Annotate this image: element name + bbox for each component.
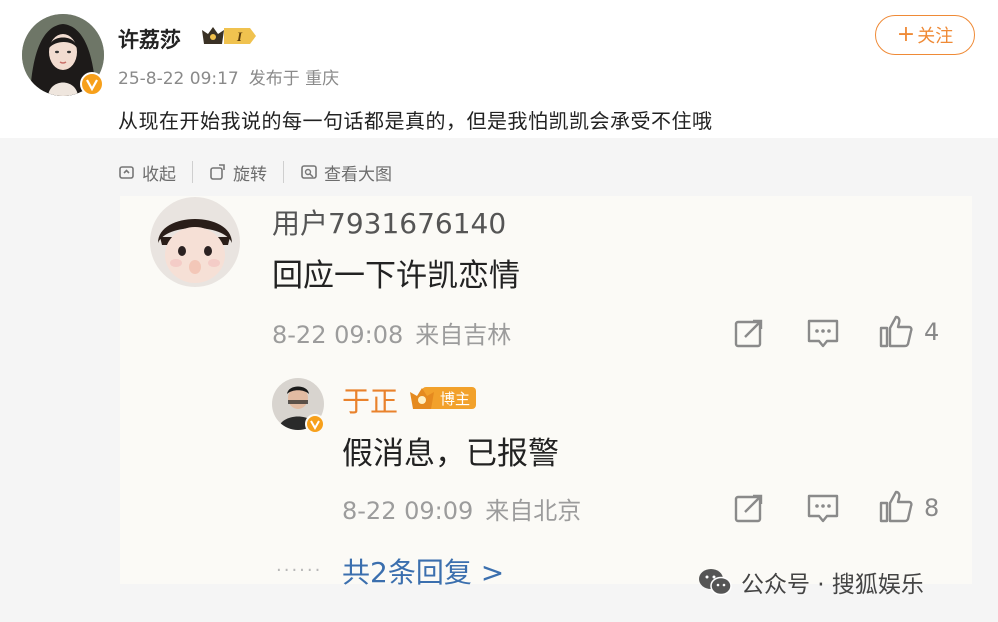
reply-meta: 8-22 09:09 来自北京 <box>342 491 593 526</box>
author-name[interactable]: 许荔莎 <box>118 24 181 54</box>
toolbar-divider <box>192 161 193 183</box>
watermark: 公众号 · 搜狐娱乐 <box>697 565 924 599</box>
comment-text: 回应一下许凯恋情 <box>272 258 520 294</box>
view-large-icon <box>301 165 317 179</box>
plus-icon: + <box>896 22 916 47</box>
more-replies-link[interactable]: 共2条回复 > <box>342 551 504 591</box>
like-icon[interactable] <box>878 313 914 349</box>
reply-date: 8-22 09:09 <box>342 497 474 525</box>
reply-verified-icon <box>305 414 325 434</box>
reply-like-icon[interactable] <box>878 488 914 524</box>
reply-source: 来自北京 <box>485 497 582 525</box>
commenter-avatar <box>150 197 240 287</box>
vip-level-text: I <box>236 29 243 44</box>
verified-badge-icon <box>80 72 104 96</box>
post-text: 从现在开始我说的每一句话都是真的，但是我怕凯凯会承受不住哦 <box>118 109 713 133</box>
view-large-label: 查看大图 <box>324 164 392 185</box>
collapse-button[interactable]: 收起 <box>118 160 176 185</box>
reply-like-count: 8 <box>924 494 940 522</box>
reply-text: 假消息，已报警 <box>342 436 559 472</box>
thread-dots: ...... <box>276 555 323 576</box>
commenter-name[interactable]: 用户7931676140 <box>272 202 506 242</box>
comment-source: 来自吉林 <box>415 321 512 349</box>
reply-share-icon[interactable] <box>731 490 767 526</box>
collapse-label: 收起 <box>142 164 176 185</box>
collapse-icon <box>119 166 134 179</box>
comment-meta: 8-22 09:08 来自吉林 <box>272 315 523 350</box>
image-toolbar: 收起 旋转 查看大图 <box>118 158 392 186</box>
wechat-icon <box>699 569 732 596</box>
blogger-badge-text: 博主 <box>440 390 470 408</box>
reply-comment-icon[interactable] <box>805 490 841 526</box>
view-large-button[interactable]: 查看大图 <box>300 160 392 185</box>
comment-icon[interactable] <box>805 315 841 351</box>
watermark-text: 公众号 · 搜狐娱乐 <box>741 572 924 598</box>
rotate-icon <box>210 164 225 180</box>
follow-button[interactable]: + 关注 <box>875 15 975 55</box>
post-location: 发布于 重庆 <box>248 69 340 89</box>
comment-like-count: 4 <box>924 318 940 346</box>
toolbar-divider <box>283 161 284 183</box>
post-meta: 25-8-22 09:17 发布于 重庆 <box>118 64 349 89</box>
comment-date: 8-22 09:08 <box>272 321 404 349</box>
rotate-label: 旋转 <box>233 164 267 185</box>
post-date: 25-8-22 09:17 <box>118 69 239 89</box>
blogger-badge: 博主 <box>408 382 478 414</box>
follow-label: 关注 <box>917 26 954 47</box>
reply-author-name[interactable]: 于正 <box>342 380 398 420</box>
share-icon[interactable] <box>731 315 767 351</box>
rotate-button[interactable]: 旋转 <box>209 160 267 185</box>
vip-level-badge: I <box>200 24 258 48</box>
